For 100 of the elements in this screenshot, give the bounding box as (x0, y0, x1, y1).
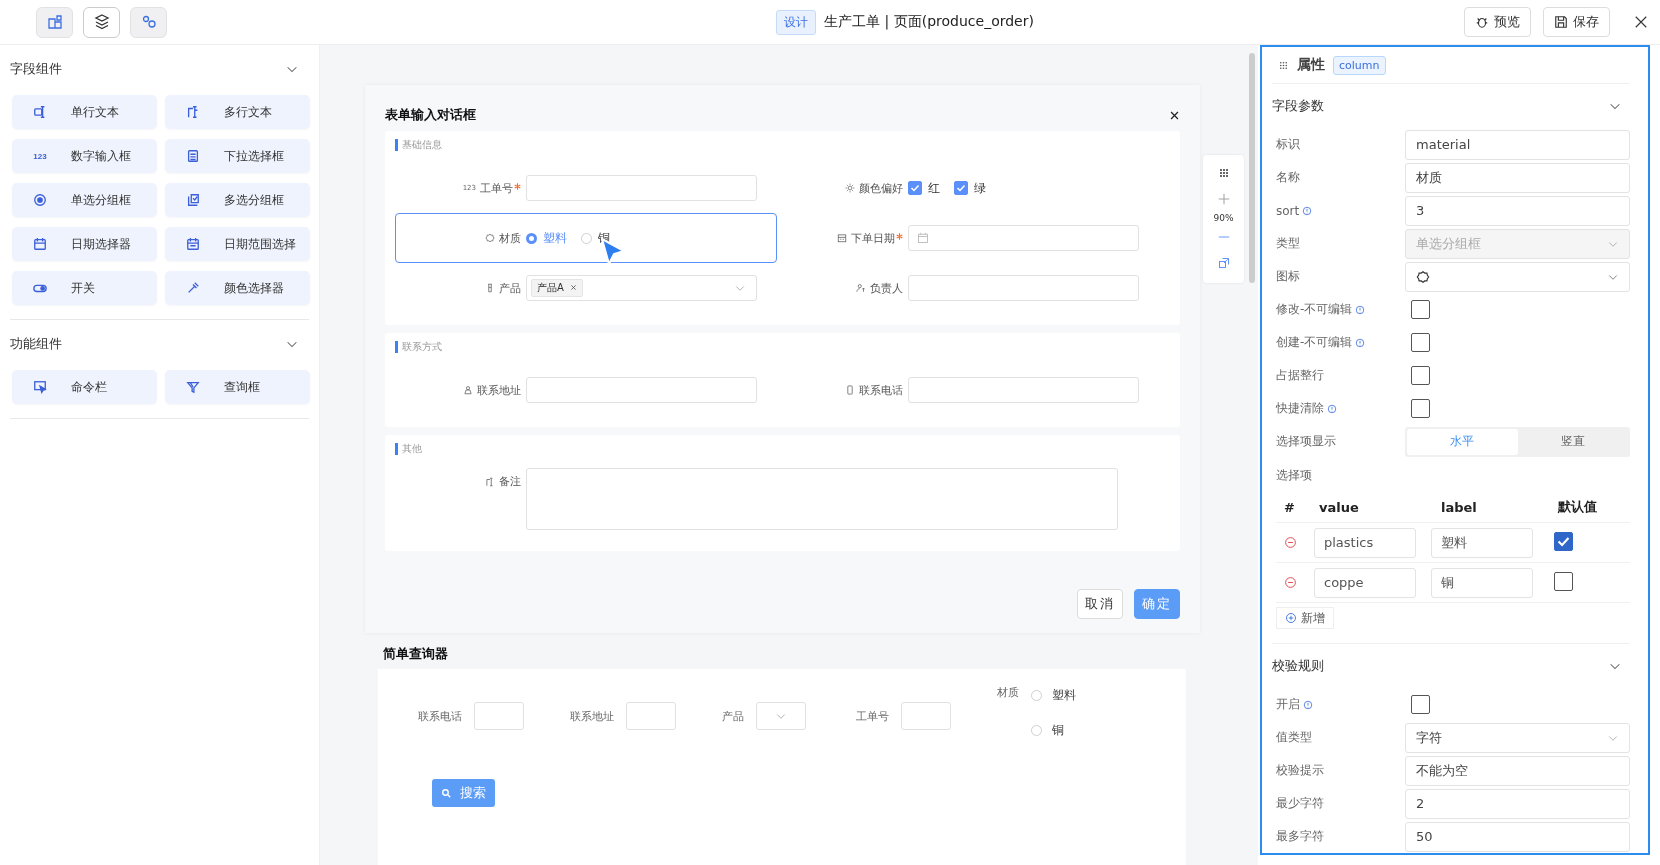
segment-option[interactable]: 水平 (1407, 428, 1518, 455)
component-item[interactable]: 颜色选择器 (165, 271, 310, 305)
checkbox-option[interactable]: 绿 (954, 179, 986, 197)
info-icon[interactable] (1355, 304, 1366, 315)
checkmark-icon (955, 182, 967, 194)
header-button[interactable]: 预览 (1464, 7, 1531, 37)
section-title: 字段组件 (10, 60, 62, 78)
remove-icon[interactable] (1284, 576, 1297, 589)
save-icon (1554, 15, 1568, 29)
close-icon[interactable] (1634, 15, 1648, 29)
field-label: 颜色偏好 (859, 180, 903, 196)
property-label: 值类型 (1276, 729, 1312, 746)
toolbar-button[interactable] (83, 6, 120, 38)
property-label: 类型 (1276, 235, 1300, 252)
select-field[interactable] (756, 702, 806, 730)
mode-badge: 设计 (776, 9, 817, 35)
component-item[interactable]: 单行文本 (12, 95, 157, 129)
component-item[interactable]: 单选分组框 (12, 183, 157, 217)
component-item[interactable]: 多行文本 (165, 95, 310, 129)
property-label: 标识 (1276, 136, 1300, 153)
component-item[interactable]: 查询框 (165, 370, 310, 404)
component-item[interactable]: 日期选择器 (12, 227, 157, 261)
date-field[interactable] (908, 225, 1139, 251)
text-field[interactable]: 3 (1405, 195, 1630, 226)
calendar-icon (917, 232, 929, 244)
text-field[interactable]: 2 (1405, 788, 1630, 819)
info-icon[interactable] (1355, 337, 1366, 348)
radio-option[interactable]: 铜 (1031, 722, 1076, 739)
textarea-field[interactable] (526, 468, 1118, 530)
remove-icon[interactable] (570, 284, 578, 291)
checkbox[interactable] (1411, 399, 1430, 418)
close-icon[interactable] (1169, 109, 1180, 121)
header-button[interactable]: 保存 (1543, 7, 1610, 37)
text-field[interactable]: 铜 (1431, 567, 1533, 598)
layout-icon (46, 14, 63, 30)
component-item[interactable]: 命令栏 (12, 370, 157, 404)
zoom-in-icon[interactable] (1217, 193, 1230, 205)
info-icon[interactable] (1302, 205, 1313, 216)
section-title: 功能组件 (10, 335, 62, 353)
text-field[interactable]: coppe (1314, 567, 1416, 598)
component-item[interactable]: 下拉选择框 (165, 139, 310, 173)
text-field[interactable]: 50 (1405, 821, 1630, 852)
text-field[interactable]: material (1405, 129, 1630, 160)
checkbox[interactable] (1554, 532, 1573, 551)
search-icon (441, 787, 452, 799)
component-icon (186, 380, 200, 394)
component-item[interactable]: 开关 (12, 271, 157, 305)
field-icon (845, 385, 855, 395)
info-icon[interactable] (1303, 699, 1313, 710)
cancel-button[interactable]: 取消 (1077, 589, 1123, 619)
field-label: 材质 (997, 685, 1019, 700)
required-icon (514, 182, 521, 190)
component-icon (33, 380, 47, 394)
field-icon (837, 233, 847, 243)
checkbox[interactable] (1554, 571, 1573, 591)
segment-option[interactable]: 竖直 (1517, 428, 1628, 455)
input-field[interactable] (526, 377, 757, 403)
page-title: 生产工单 | 页面(produce_order) (824, 13, 1034, 31)
text-field[interactable]: plastics (1314, 527, 1416, 558)
field-label: 备注 (499, 474, 521, 489)
add-button[interactable]: 新增 (1276, 607, 1334, 629)
select-field[interactable]: 产品A (526, 275, 757, 301)
text-field[interactable]: 不能为空 (1405, 755, 1630, 786)
grid-icon[interactable] (1217, 167, 1230, 179)
input-field[interactable] (626, 702, 676, 730)
checkbox[interactable] (1411, 300, 1430, 319)
property-label: 选择项显示 (1276, 433, 1336, 450)
text-field[interactable]: 塑料 (1431, 527, 1533, 558)
input-field[interactable] (474, 702, 524, 730)
input-field[interactable] (908, 377, 1139, 403)
drag-handle-icon[interactable] (1278, 59, 1289, 71)
icon-select-field[interactable] (1405, 261, 1630, 292)
field-icon (485, 233, 495, 243)
component-item[interactable]: 多选分组框 (165, 183, 310, 217)
input-field[interactable] (908, 275, 1139, 301)
field-label: 工单号 (856, 708, 889, 724)
fit-screen-icon[interactable] (1217, 257, 1230, 269)
select-field[interactable]: 字符 (1405, 722, 1630, 753)
radio-option[interactable]: 塑料 (1031, 687, 1076, 704)
remove-icon[interactable] (1284, 536, 1297, 549)
property-label: 名称 (1276, 169, 1300, 186)
property-label: 修改-不可编辑 (1276, 301, 1353, 318)
checkbox-option[interactable]: 红 (908, 179, 940, 197)
component-item[interactable]: 日期范围选择 (165, 227, 310, 261)
input-field[interactable] (901, 702, 951, 730)
scrollbar[interactable] (1249, 53, 1255, 283)
text-field[interactable]: 材质 (1405, 162, 1630, 193)
circles-icon (140, 14, 157, 30)
input-field[interactable] (526, 175, 757, 201)
checkbox[interactable] (1411, 695, 1430, 714)
checkmark-icon (909, 182, 921, 194)
checkbox[interactable] (1411, 333, 1430, 352)
column-header: # (1283, 499, 1296, 515)
component-icon (33, 237, 47, 251)
component-item[interactable]: 123 数字输入框 (12, 139, 157, 173)
component-icon (33, 193, 47, 207)
info-icon[interactable] (1327, 403, 1337, 414)
component-icon (186, 193, 200, 207)
property-label: 图标 (1276, 268, 1300, 285)
checkbox[interactable] (1411, 366, 1430, 385)
